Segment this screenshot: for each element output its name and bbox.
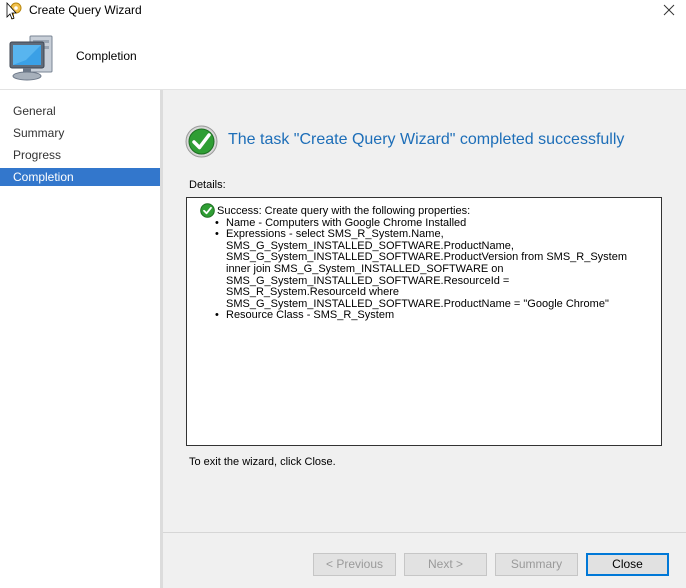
- completion-headline: The task "Create Query Wizard" completed…: [228, 131, 625, 148]
- nav-item-summary[interactable]: Summary: [0, 124, 160, 142]
- success-check-icon: [185, 125, 218, 158]
- computer-monitor-icon: [6, 30, 62, 86]
- nav-item-progress[interactable]: Progress: [0, 146, 160, 164]
- content-panel: The task "Create Query Wizard" completed…: [163, 90, 686, 588]
- summary-button[interactable]: Summary: [495, 553, 578, 576]
- previous-button[interactable]: < Previous: [313, 553, 396, 576]
- next-button[interactable]: Next >: [404, 553, 487, 576]
- property-expressions: Expressions - select SMS_R_System.Name, …: [215, 228, 651, 310]
- success-small-check-icon: [200, 203, 215, 218]
- property-list: Name - Computers with Google Chrome Inst…: [197, 217, 651, 322]
- nav-item-general[interactable]: General: [0, 102, 160, 120]
- window-title: Create Query Wizard: [29, 3, 142, 17]
- close-icon[interactable]: [660, 1, 678, 19]
- property-resource-class: Resource Class - SMS_R_System: [215, 310, 651, 322]
- page-title: Completion: [76, 49, 137, 63]
- success-line: Success: Create query with the following…: [197, 203, 651, 218]
- footer-divider: [163, 532, 686, 533]
- details-box[interactable]: Success: Create query with the following…: [186, 197, 662, 446]
- exit-instructions: To exit the wizard, click Close.: [189, 456, 336, 468]
- nav-item-completion[interactable]: Completion: [0, 168, 160, 186]
- wizard-header: Completion: [0, 22, 686, 90]
- details-label: Details:: [189, 179, 226, 191]
- wizard-nav: General Summary Progress Completion: [0, 90, 160, 588]
- title-bar: Create Query Wizard: [0, 0, 686, 22]
- close-button[interactable]: Close: [586, 553, 669, 576]
- wizard-key-icon: [5, 1, 25, 21]
- success-text: Success: Create query with the following…: [217, 205, 471, 217]
